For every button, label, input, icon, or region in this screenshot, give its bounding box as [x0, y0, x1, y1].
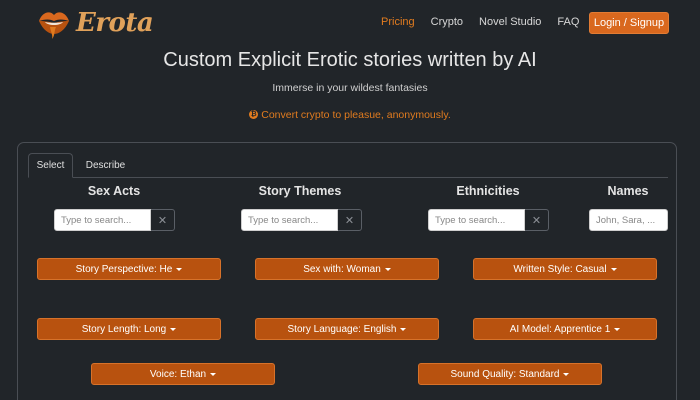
caret-down-icon: [400, 327, 407, 331]
tab-describe[interactable]: Describe: [78, 153, 133, 178]
nav-links: Pricing Crypto Novel Studio FAQ: [381, 16, 595, 28]
brand-name: Erota: [76, 8, 154, 38]
tab-bar: Select Describe: [28, 153, 668, 178]
caret-down-icon: [563, 372, 570, 376]
voice-label: Voice: Ethan: [149, 368, 207, 380]
login-signup-button[interactable]: Login / Signup: [589, 12, 669, 34]
ethnicities-search: ✕: [428, 209, 549, 231]
sound-quality-label: Sound Quality: Standard: [450, 368, 560, 380]
lips-logo-icon: [39, 12, 69, 39]
caret-down-icon: [614, 327, 621, 331]
sex-acts-clear-icon[interactable]: ✕: [151, 209, 175, 231]
caret-down-icon: [170, 327, 177, 331]
story-perspective-dropdown[interactable]: Story Perspective: He: [37, 258, 221, 280]
story-language-dropdown[interactable]: Story Language: English: [255, 318, 439, 340]
story-themes-search-input[interactable]: [241, 209, 338, 231]
nav-novel-studio[interactable]: Novel Studio: [479, 16, 541, 28]
caret-down-icon: [210, 372, 217, 376]
nav-pricing[interactable]: Pricing: [381, 16, 415, 28]
ethnicities-heading: Ethnicities: [456, 184, 520, 198]
sex-with-dropdown[interactable]: Sex with: Woman: [255, 258, 439, 280]
story-themes-clear-icon[interactable]: ✕: [338, 209, 362, 231]
navbar: Erota Pricing Crypto Novel Studio FAQ Lo…: [0, 0, 700, 46]
bitcoin-icon: ₿: [249, 109, 259, 119]
story-language-label: Story Language: English: [287, 323, 397, 335]
crypto-link[interactable]: ₿ Convert crypto to pleasue, anonymously.: [0, 109, 700, 121]
story-themes-heading: Story Themes: [258, 184, 342, 198]
caret-down-icon: [176, 267, 183, 271]
names-input[interactable]: [589, 209, 668, 231]
names-heading: Names: [607, 184, 649, 198]
written-style-label: Written Style: Casual: [513, 263, 607, 275]
names-search: [589, 209, 668, 231]
nav-faq[interactable]: FAQ: [557, 16, 579, 28]
ai-model-dropdown[interactable]: AI Model: Apprentice 1: [473, 318, 657, 340]
caret-down-icon: [384, 267, 391, 271]
story-options-panel: Select Describe Sex Acts Story Themes Et…: [17, 142, 677, 400]
written-style-dropdown[interactable]: Written Style: Casual: [473, 258, 657, 280]
page-subtitle: Immerse in your wildest fantasies: [272, 82, 428, 94]
sound-quality-dropdown[interactable]: Sound Quality: Standard: [418, 363, 602, 385]
sex-acts-search: ✕: [54, 209, 175, 231]
sex-acts-search-input[interactable]: [54, 209, 151, 231]
story-perspective-label: Story Perspective: He: [75, 263, 173, 275]
sex-acts-heading: Sex Acts: [87, 184, 141, 198]
tab-select[interactable]: Select: [28, 153, 73, 178]
logo[interactable]: Erota: [36, 6, 154, 40]
ai-model-label: AI Model: Apprentice 1: [509, 323, 611, 335]
voice-dropdown[interactable]: Voice: Ethan: [91, 363, 275, 385]
sex-with-label: Sex with: Woman: [303, 263, 381, 275]
page-title: Custom Explicit Erotic stories written b…: [163, 49, 537, 71]
story-length-label: Story Length: Long: [81, 323, 167, 335]
caret-down-icon: [610, 267, 617, 271]
crypto-link-text: Convert crypto to pleasue, anonymously.: [261, 109, 451, 121]
story-length-dropdown[interactable]: Story Length: Long: [37, 318, 221, 340]
nav-crypto[interactable]: Crypto: [431, 16, 463, 28]
story-themes-search: ✕: [241, 209, 362, 231]
ethnicities-clear-icon[interactable]: ✕: [525, 209, 549, 231]
ethnicities-search-input[interactable]: [428, 209, 525, 231]
